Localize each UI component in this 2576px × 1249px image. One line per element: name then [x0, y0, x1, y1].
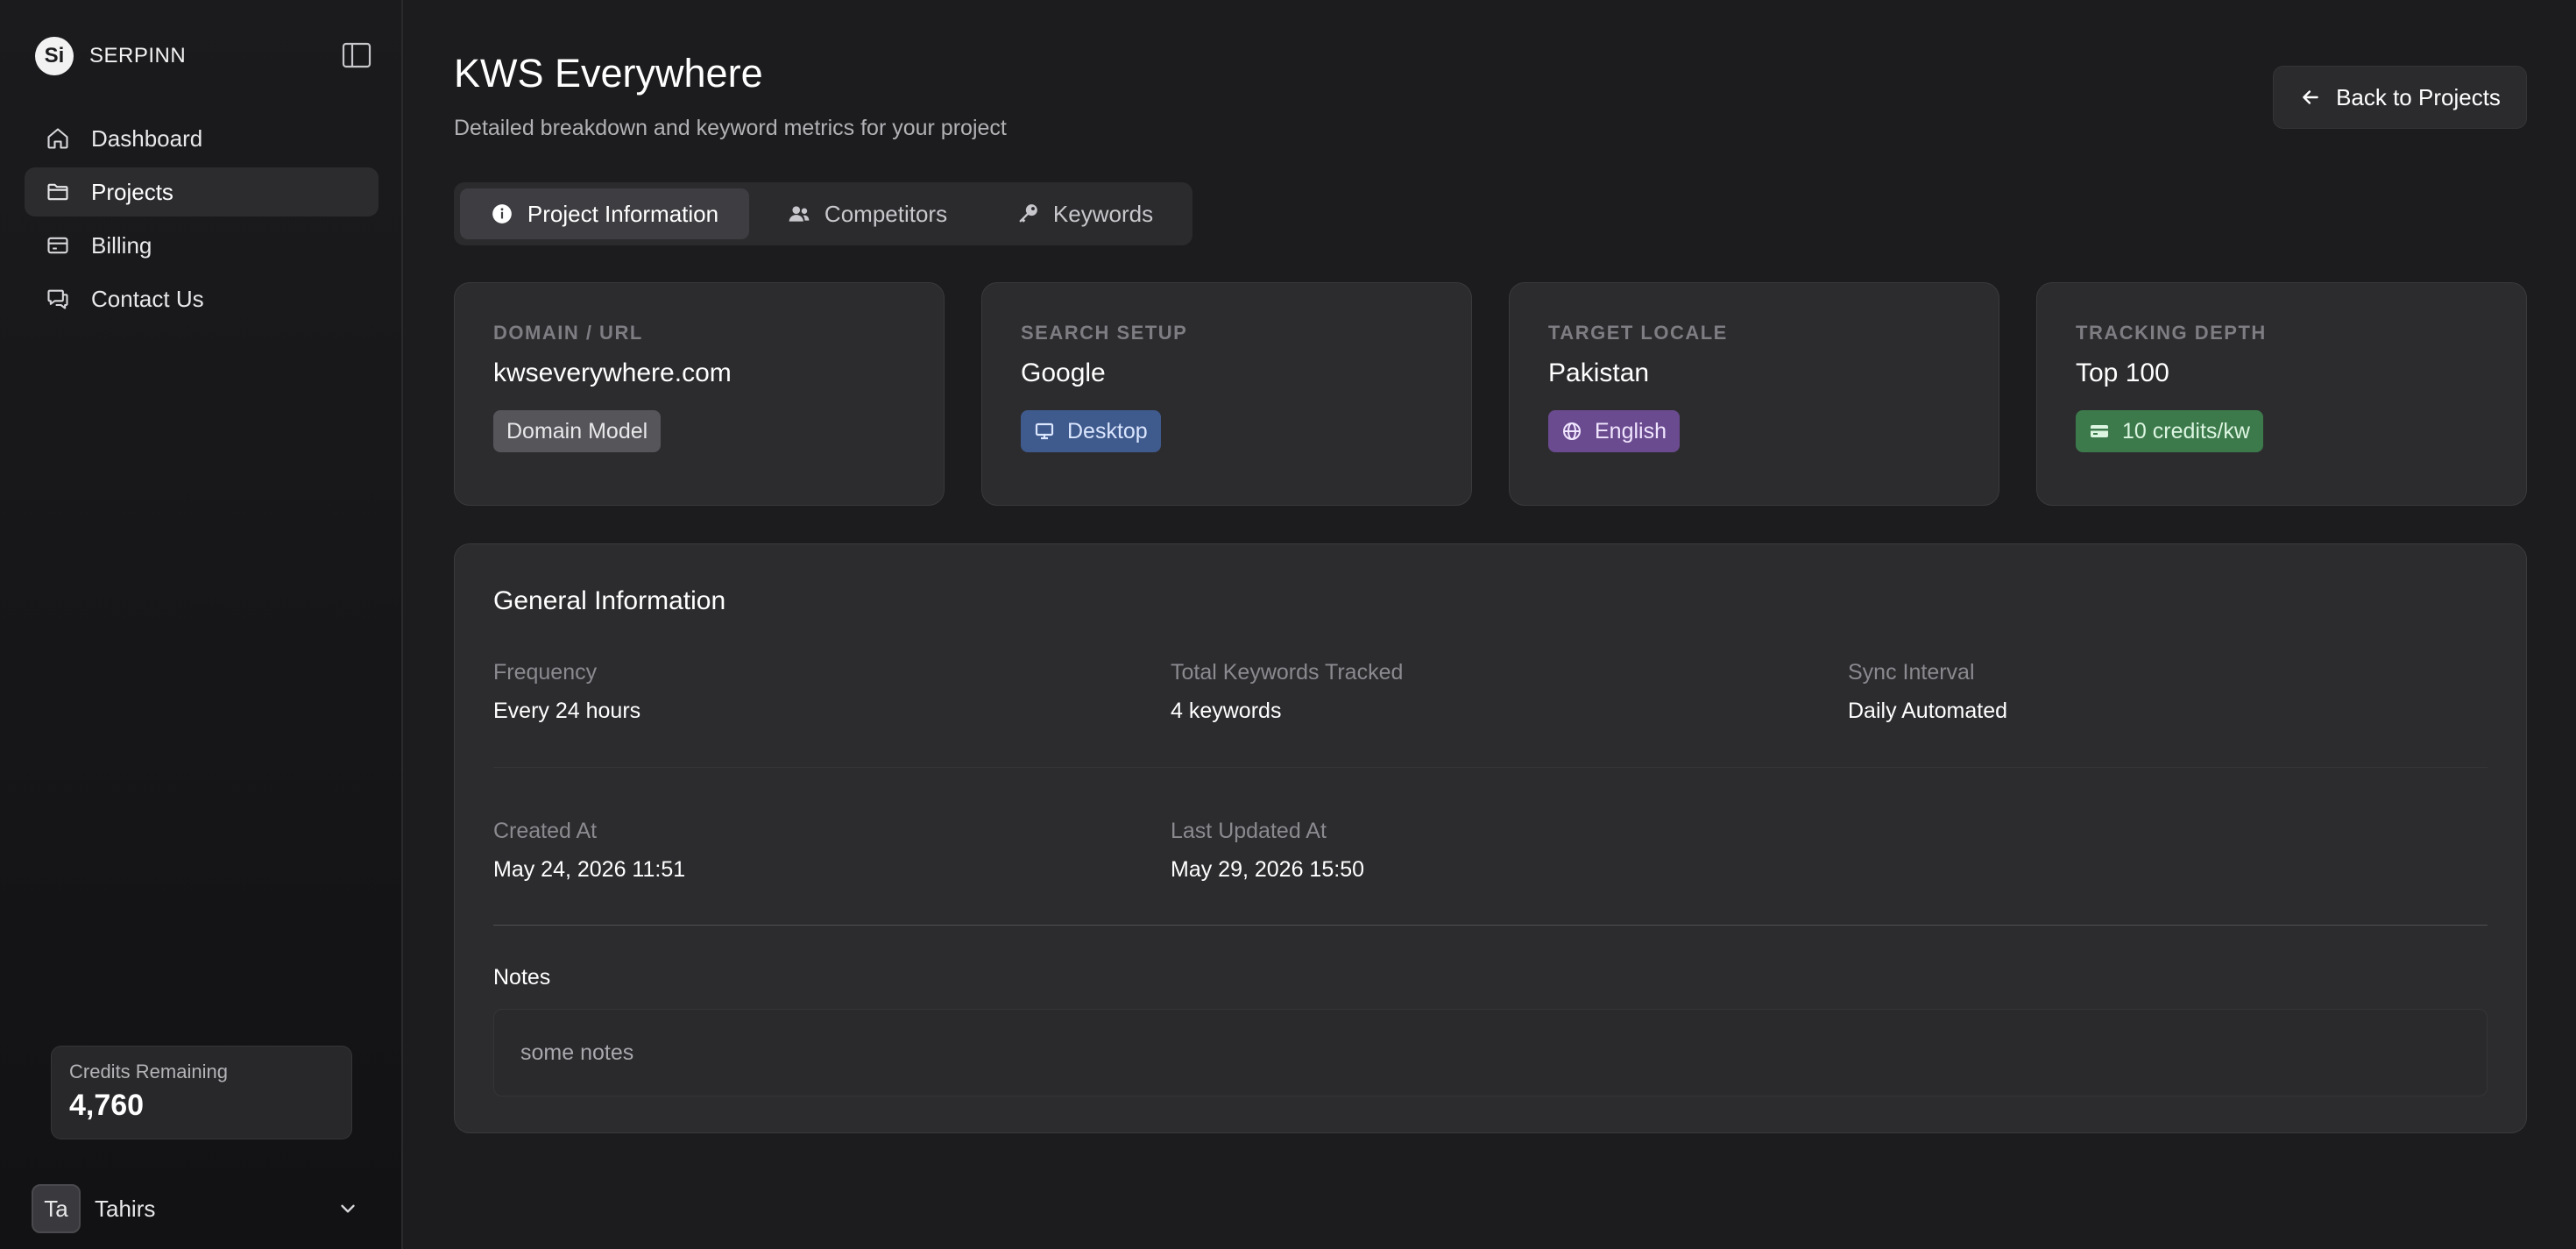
- tab-label: Competitors: [824, 200, 948, 227]
- tab-keywords[interactable]: Keywords: [986, 188, 1184, 239]
- section-title: General Information: [493, 586, 726, 615]
- sidebar-nav: Dashboard Projects Billing Contact Us: [25, 114, 379, 328]
- credit-card-icon: [2091, 425, 2108, 437]
- avatar: Ta: [32, 1184, 81, 1233]
- home-icon: [47, 128, 68, 149]
- field-label: Sync Interval: [1848, 660, 1975, 685]
- frequency-field: Frequency Every 24 hours: [493, 660, 640, 724]
- page-title: KWS Everywhere: [454, 51, 763, 96]
- domain-model-badge: Domain Model: [493, 410, 662, 452]
- users-icon: [789, 206, 810, 222]
- field-label: Frequency: [493, 660, 598, 685]
- card-value: Top 100: [2076, 358, 2169, 387]
- search-setup-card: SEARCH SETUP Google Desktop: [981, 282, 1472, 506]
- brand[interactable]: Si SERPINN: [35, 35, 186, 77]
- field-value: May 24, 2026 11:51: [493, 857, 686, 882]
- credits-per-keyword-badge: 10 credits/kw: [2076, 410, 2263, 452]
- sidebar-item-label: Contact Us: [91, 285, 204, 312]
- tab-competitors[interactable]: Competitors: [749, 188, 986, 239]
- key-icon: [1019, 204, 1037, 223]
- credits-value: 4,760: [69, 1089, 145, 1122]
- card-label: DOMAIN / URL: [493, 322, 643, 344]
- divider: [493, 767, 2488, 768]
- card-label: TARGET LOCALE: [1548, 322, 1728, 344]
- brand-logo: Si: [35, 37, 74, 75]
- credits-label: Credits Remaining: [69, 1061, 228, 1082]
- sidebar-item-label: Billing: [91, 231, 152, 259]
- chat-icon: [47, 289, 68, 309]
- back-to-projects-button[interactable]: Back to Projects: [2273, 66, 2527, 129]
- card-value: Google: [1021, 358, 1106, 387]
- device-badge: Desktop: [1021, 410, 1161, 452]
- card-label: SEARCH SETUP: [1021, 322, 1188, 344]
- page-subtitle: Detailed breakdown and keyword metrics f…: [454, 116, 1007, 140]
- domain-card: DOMAIN / URL kwseverywhere.com Domain Mo…: [454, 282, 945, 506]
- total-keywords-field: Total Keywords Tracked 4 keywords: [1171, 660, 1403, 724]
- card-value: Pakistan: [1548, 358, 1650, 387]
- sync-interval-field: Sync Interval Daily Automated: [1848, 660, 2007, 724]
- user-name: Tahirs: [95, 1195, 156, 1222]
- general-information-panel: General Information Frequency Every 24 h…: [454, 543, 2527, 1133]
- badge-label: Desktop: [1067, 418, 1148, 444]
- notes-field[interactable]: some notes: [493, 1009, 2488, 1096]
- globe-icon: [1563, 422, 1581, 440]
- badge-label: English: [1595, 418, 1667, 444]
- brand-name: SERPINN: [89, 44, 187, 67]
- folder-icon: [47, 183, 68, 201]
- field-value: Daily Automated: [1848, 699, 2008, 723]
- field-label: Created At: [493, 819, 598, 843]
- tracking-depth-card: TRACKING DEPTH Top 100 10 credits/kw: [2036, 282, 2527, 506]
- tab-bar: Project Information Competitors Keywords: [454, 182, 1192, 245]
- credit-card-icon: [47, 237, 68, 254]
- sidebar-item-label: Dashboard: [91, 124, 203, 152]
- created-at-field: Created At May 24, 2026 11:51: [493, 819, 685, 883]
- credits-panel: Credits Remaining 4,760: [51, 1046, 352, 1139]
- language-badge: English: [1548, 410, 1680, 452]
- badge-label: 10 credits/kw: [2122, 418, 2250, 444]
- card-value: kwseverywhere.com: [493, 358, 732, 387]
- sidebar-item-label: Projects: [91, 178, 173, 205]
- target-locale-card: TARGET LOCALE Pakistan English: [1509, 282, 1999, 506]
- back-button-label: Back to Projects: [2336, 83, 2501, 110]
- field-value: 4 keywords: [1171, 699, 1282, 723]
- sidebar-item-billing[interactable]: Billing: [25, 221, 379, 270]
- tab-label: Project Information: [527, 200, 719, 227]
- sidebar-item-contact-us[interactable]: Contact Us: [25, 274, 379, 323]
- tab-label: Keywords: [1052, 200, 1154, 227]
- field-label: Last Updated At: [1171, 819, 1327, 843]
- card-label: TRACKING DEPTH: [2076, 322, 2267, 344]
- sidebar: Si SERPINN Dashboard Projects Billing Co…: [0, 0, 403, 1249]
- monitor-icon: [1035, 422, 1054, 440]
- field-label: Total Keywords Tracked: [1171, 660, 1404, 685]
- main-content: KWS Everywhere Detailed breakdown and ke…: [405, 0, 2576, 1249]
- arrow-left-icon: [2303, 90, 2318, 104]
- info-icon: [492, 204, 512, 224]
- sidebar-item-projects[interactable]: Projects: [25, 167, 379, 216]
- notes-label: Notes: [493, 965, 551, 990]
- field-value: May 29, 2026 15:50: [1171, 857, 1364, 882]
- badge-label: Domain Model: [506, 418, 648, 444]
- chevron-down-icon: [341, 1204, 355, 1213]
- sidebar-toggle-icon[interactable]: [342, 42, 372, 68]
- user-menu[interactable]: Ta Tahirs: [32, 1183, 364, 1234]
- sidebar-item-dashboard[interactable]: Dashboard: [25, 114, 379, 163]
- tab-project-information[interactable]: Project Information: [460, 188, 749, 239]
- divider: [493, 925, 2488, 926]
- last-updated-at-field: Last Updated At May 29, 2026 15:50: [1171, 819, 1364, 883]
- field-value: Every 24 hours: [493, 699, 641, 723]
